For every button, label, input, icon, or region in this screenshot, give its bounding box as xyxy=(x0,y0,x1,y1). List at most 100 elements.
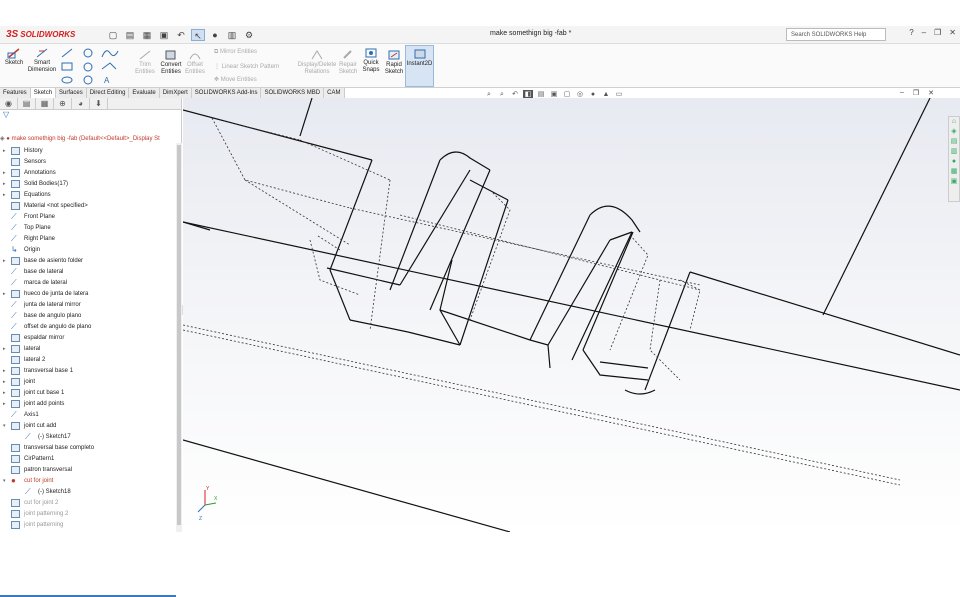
tree-item[interactable]: Sensors xyxy=(0,157,176,168)
tree-item[interactable]: ⟋ base de angulo plano xyxy=(0,311,176,322)
new-file-icon[interactable]: ▢ xyxy=(106,29,120,41)
help-icon[interactable]: ? xyxy=(909,28,913,37)
tree-item[interactable]: ▸ Annotations xyxy=(0,168,176,179)
tab-direct-editing[interactable]: Direct Editing xyxy=(86,88,130,98)
viewport-close-icon[interactable]: ✕ xyxy=(928,89,934,97)
sketch-tools-icon-grid[interactable]: A xyxy=(60,47,130,87)
design-library-icon[interactable]: ◈ xyxy=(949,127,959,137)
instant2d-button[interactable]: Instant2D xyxy=(405,45,434,87)
tree-item[interactable]: ⟋ Front Plane xyxy=(0,212,176,223)
viewport-minimize-icon[interactable]: – xyxy=(900,89,904,97)
mirror-entities-button[interactable]: ⧉ Mirror Entities xyxy=(214,49,257,56)
move-entities-button[interactable]: ✥ Move Entities xyxy=(214,76,257,83)
expand-chevron-icon[interactable]: ▸ xyxy=(3,168,9,179)
tree-item[interactable]: ▸ joint cut base 1 xyxy=(0,388,176,399)
view-palette-icon[interactable]: ▥ xyxy=(949,147,959,157)
filter-icon[interactable]: ▽ xyxy=(0,110,181,122)
tree-item[interactable]: ▸ Equations xyxy=(0,190,176,201)
tree-item[interactable]: joint patterning 2 xyxy=(0,509,176,520)
resources-icon[interactable]: ⌂ xyxy=(949,117,959,127)
feature-manager-icon[interactable]: ◉ xyxy=(0,98,18,110)
expand-chevron-icon[interactable]: ▸ xyxy=(3,377,9,388)
custom-properties-icon[interactable]: ▦ xyxy=(949,167,959,177)
linear-sketch-pattern-button[interactable]: ⋮ Linear Sketch Pattern xyxy=(214,63,279,70)
tab-evaluate[interactable]: Evaluate xyxy=(129,88,160,98)
rebuild-icon[interactable]: ● xyxy=(208,29,222,41)
tree-item[interactable]: ↳ Origin xyxy=(0,245,176,256)
expand-chevron-icon[interactable]: ▸ xyxy=(3,344,9,355)
tab-sketch[interactable]: Sketch xyxy=(30,88,57,98)
tree-item[interactable]: ▾ joint cut add xyxy=(0,421,176,432)
dimxpert-manager-icon[interactable]: ⊕ xyxy=(54,98,72,110)
tab-features[interactable]: Features xyxy=(0,88,31,98)
help-search-input[interactable]: Search SOLIDWORKS Help xyxy=(786,28,886,41)
tree-item[interactable]: ⟋ junta de lateral mirror xyxy=(0,300,176,311)
expand-chevron-icon[interactable]: ▸ xyxy=(3,388,9,399)
expand-chevron-icon[interactable]: ▸ xyxy=(3,179,9,190)
expand-chevron-icon[interactable]: ▸ xyxy=(3,190,9,201)
tree-item[interactable]: transversal base completo xyxy=(0,443,176,454)
collapse-chevron-icon[interactable]: ▾ xyxy=(3,421,9,432)
file-explorer-icon[interactable]: ▤ xyxy=(949,137,959,147)
tree-scrollbar[interactable] xyxy=(176,143,182,532)
tree-item[interactable]: patron transversal xyxy=(0,465,176,476)
appearances-icon[interactable]: ● xyxy=(949,157,959,167)
collapse-chevron-icon[interactable]: ▾ xyxy=(3,476,9,487)
tree-item[interactable]: ▸ joint xyxy=(0,377,176,388)
tree-item[interactable]: CirPattern1 xyxy=(0,454,176,465)
display-delete-relations-button[interactable]: Display/Delete Relations xyxy=(296,49,338,76)
sketch-button[interactable]: Sketch xyxy=(3,47,25,67)
graphics-area[interactable]: Y X Z xyxy=(183,98,960,532)
tree-item[interactable]: ⟋ (-) Sketch17 xyxy=(0,432,176,443)
expand-chevron-icon[interactable]: ▸ xyxy=(3,146,9,157)
quick-snaps-button[interactable]: Quick Snaps xyxy=(360,47,382,74)
tab-solidworks-add-ins[interactable]: SOLIDWORKS Add-Ins xyxy=(191,88,262,98)
tree-item[interactable]: espaldar mirror xyxy=(0,333,176,344)
expand-chevron-icon[interactable]: ▸ xyxy=(3,289,9,300)
tab-solidworks-mbd[interactable]: SOLIDWORKS MBD xyxy=(261,88,325,98)
tree-item[interactable]: ⟋ Top Plane xyxy=(0,223,176,234)
tree-item[interactable]: ▸ transversal base 1 xyxy=(0,366,176,377)
tree-item[interactable]: ▸ hueco de junta de latera xyxy=(0,289,176,300)
tree-item[interactable]: ▾ ● cut for joint xyxy=(0,476,176,487)
repair-sketch-button[interactable]: Repair Sketch xyxy=(338,49,358,76)
convert-entities-button[interactable]: Convert Entities xyxy=(158,49,184,76)
tab-surfaces[interactable]: Surfaces xyxy=(56,88,87,98)
configuration-manager-icon[interactable]: ▦ xyxy=(36,98,54,110)
print-icon[interactable]: ▣ xyxy=(157,29,171,41)
property-manager-icon[interactable]: ▤ xyxy=(18,98,36,110)
tree-item[interactable]: ⟋ offset de angulo de plano xyxy=(0,322,176,333)
tree-item[interactable]: ⟋ (-) Sketch18 xyxy=(0,487,176,498)
tab-cam[interactable]: CAM xyxy=(324,88,345,98)
trim-entities-button[interactable]: Trim Entities xyxy=(134,49,156,76)
tree-item[interactable]: ▸ lateral xyxy=(0,344,176,355)
tree-item[interactable]: ⟋ Right Plane xyxy=(0,234,176,245)
close-icon[interactable]: ✕ xyxy=(949,28,956,37)
smart-dimension-button[interactable]: Smart Dimension xyxy=(26,47,58,74)
tree-root[interactable]: ◈ ● make somethign big -fab (Default<<De… xyxy=(0,135,160,142)
open-file-icon[interactable]: ▤ xyxy=(123,29,137,41)
tree-item[interactable]: ▸ Solid Bodies(17) xyxy=(0,179,176,190)
tab-dimxpert[interactable]: DimXpert xyxy=(159,88,192,98)
expand-chevron-icon[interactable]: ▸ xyxy=(3,256,9,267)
cam-manager-icon[interactable]: ⬇ xyxy=(90,98,108,110)
solidworks-forum-icon[interactable]: ▣ xyxy=(949,177,959,187)
scrollbar-thumb[interactable] xyxy=(177,145,181,525)
tree-item[interactable]: Material <not specified> xyxy=(0,201,176,212)
restore-icon[interactable]: ❐ xyxy=(934,28,941,37)
tree-item[interactable]: ▸ base de asiento folder xyxy=(0,256,176,267)
file-properties-icon[interactable]: ▥ xyxy=(225,29,239,41)
tree-item[interactable]: lateral 2 xyxy=(0,355,176,366)
expand-chevron-icon[interactable]: ▸ xyxy=(3,399,9,410)
tree-item[interactable]: ▸ joint add points xyxy=(0,399,176,410)
tree-item[interactable]: ⟋ marca de lateral xyxy=(0,278,176,289)
tree-item[interactable]: cut for joint 2 xyxy=(0,498,176,509)
viewport-restore-icon[interactable]: ❐ xyxy=(913,89,919,97)
save-icon[interactable]: ▦ xyxy=(140,29,154,41)
undo-icon[interactable]: ↶ xyxy=(174,29,188,41)
minimize-icon[interactable]: – xyxy=(922,28,926,37)
expand-chevron-icon[interactable]: ▸ xyxy=(3,366,9,377)
solidworks-logo[interactable]: 3S SOLIDWORKS xyxy=(6,29,106,40)
tree-item[interactable]: joint patterning xyxy=(0,520,176,531)
offset-entities-button[interactable]: Offset Entities xyxy=(184,49,206,76)
